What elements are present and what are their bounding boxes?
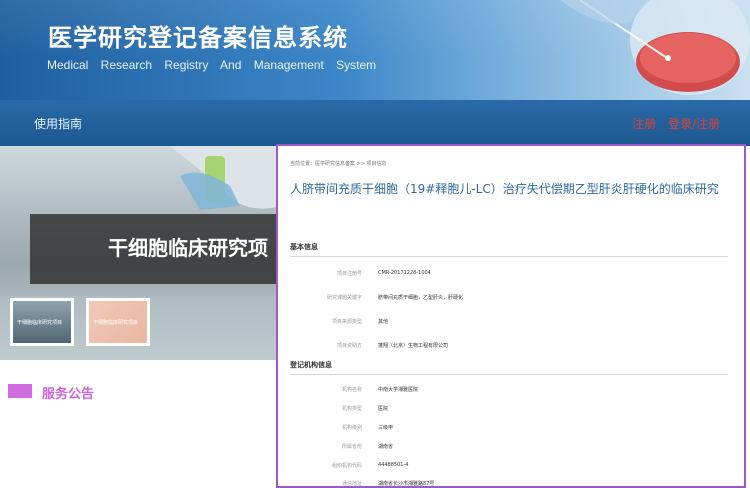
basic-info-divider: [290, 256, 728, 257]
field-label: 项目来源类型: [331, 319, 362, 325]
lab-petri-dish-image: [560, 0, 750, 95]
field-value: 湖南省长沙市湘雅路87号: [378, 481, 435, 487]
carousel-thumb-1[interactable]: 干细胞临床研究项目: [10, 298, 74, 346]
field-label: 所属省份: [341, 444, 362, 450]
field-value: 蓬翔（北京）生物工程有限公司: [378, 343, 449, 349]
nav-account-links: 注册 登录/注册: [624, 115, 720, 132]
site-title: 医学研究登记备案信息系统: [48, 23, 348, 52]
field-value: CMR-20171228-1004: [378, 270, 431, 276]
field-label: 项目注册号: [336, 271, 362, 277]
register-link[interactable]: 注册: [632, 117, 656, 131]
service-notice-marker: [8, 384, 32, 398]
field-value: 其他: [378, 319, 389, 325]
service-notice-heading[interactable]: 服务公告: [42, 383, 94, 402]
thumb-caption-2: 干细胞临床研究项目: [93, 320, 139, 326]
thumb-caption-1: 干细胞临床研究项目: [17, 320, 63, 326]
field-value: 医院: [378, 406, 389, 412]
nav-user-guide[interactable]: 使用指南: [34, 115, 82, 132]
breadcrumb: 当前位置：医学研究信息备案 >> 项目信息: [290, 161, 387, 167]
basic-info-heading: 基本信息: [290, 243, 318, 251]
field-label: 机构类型: [341, 406, 362, 412]
field-value: 三级甲: [378, 425, 394, 431]
field-label: 项目资助方: [336, 343, 362, 349]
site-header: 医学研究登记备案信息系统 Medical Research Registry A…: [0, 0, 750, 100]
carousel-thumb-2[interactable]: 干细胞临床研究项目: [86, 298, 150, 346]
field-label: 组织机构代码: [331, 463, 362, 469]
field-label: 通信地址: [341, 481, 362, 487]
field-label: 机构名称: [341, 387, 362, 393]
org-info-heading: 登记机构信息: [290, 361, 332, 369]
field-value: 脐带间充质干细胞，乙型肝炎，肝硬化: [378, 295, 464, 301]
field-label: 研究课题关键字: [326, 295, 362, 301]
login-link[interactable]: 登录/注册: [668, 117, 720, 131]
main-nav: 使用指南 注册 登录/注册: [0, 100, 750, 146]
org-info-divider: [290, 374, 728, 375]
hero-banner: 干细胞临床研究项 干细胞临床研究项目 干细胞临床研究项目: [0, 146, 282, 360]
field-value: 44488501-4: [378, 462, 409, 468]
site-subtitle: Medical Research Registry And Management…: [47, 58, 377, 72]
project-title: 人脐带间充质干细胞（19#释胞儿-LC）治疗失代偿期乙型肝炎肝硬化的临床研究: [290, 182, 719, 196]
field-label: 机构级别: [341, 425, 362, 431]
project-detail-panel: 当前位置：医学研究信息备案 >> 项目信息 人脐带间充质干细胞（19#释胞儿-L…: [276, 144, 746, 488]
field-value: 湖南省: [378, 444, 394, 450]
field-value: 中南大学湘雅医院: [378, 387, 419, 393]
hero-caption: 干细胞临床研究项: [108, 236, 268, 260]
